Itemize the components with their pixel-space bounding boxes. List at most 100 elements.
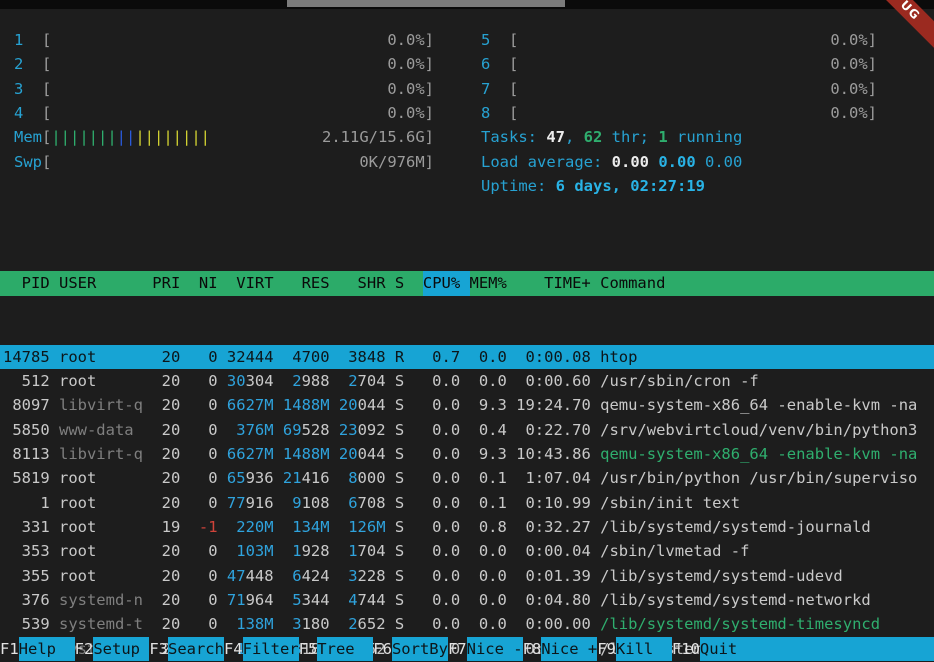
cell-res: 4700 <box>283 345 330 369</box>
column-header-shr[interactable]: SHR <box>339 271 386 295</box>
cell-ni: 0 <box>190 393 218 417</box>
cell-cpu: 0.7 <box>423 345 460 369</box>
function-key[interactable]: F7Nice - <box>448 637 523 661</box>
cell-user: root <box>59 539 143 563</box>
function-key[interactable]: F8Nice + <box>523 637 598 661</box>
cell-cpu: 0.0 <box>423 539 460 563</box>
column-header-command[interactable]: Command <box>600 271 934 295</box>
function-key[interactable]: F6SortBy <box>373 637 448 661</box>
cell-command: /usr/bin/python /usr/bin/superviso <box>600 466 934 490</box>
meter-label: 8 <box>481 101 509 125</box>
cell-user: root <box>59 564 143 588</box>
cell-user: root <box>59 345 143 369</box>
process-row[interactable]: 376 systemd-n 20 0 71964 5344 4744 S 0.0… <box>0 588 934 612</box>
function-key[interactable]: F2Setup <box>75 637 150 661</box>
cell-user: www-data <box>59 418 143 442</box>
process-row[interactable]: 8097 libvirt-q 20 0 6627M 1488M 20044 S … <box>0 393 934 417</box>
cell-shr: 3228 <box>339 564 386 588</box>
column-header-pid[interactable]: PID <box>3 271 50 295</box>
column-header-res[interactable]: RES <box>283 271 330 295</box>
meter-line: 5[0.0%] <box>481 28 877 52</box>
cell-virt: 77916 <box>227 491 274 515</box>
function-key[interactable]: F9Kill <box>597 637 672 661</box>
function-key[interactable]: F5Tree <box>299 637 374 661</box>
function-key[interactable]: F1Help <box>0 637 75 661</box>
function-key-name: F6 <box>373 637 392 661</box>
process-row[interactable]: 353 root 20 0 103M 1928 1704 S 0.0 0.0 0… <box>0 539 934 563</box>
meter-value: 0K/976M] <box>359 150 434 174</box>
column-header-pri[interactable]: PRI <box>152 271 180 295</box>
function-key[interactable]: F10Quit <box>672 637 934 661</box>
column-header-cpu-sort[interactable]: CPU% <box>423 271 470 295</box>
cell-pid: 5850 <box>3 418 50 442</box>
cell-res: 1488M <box>283 393 330 417</box>
cell-state: S <box>395 442 404 466</box>
cell-pid: 8113 <box>3 442 50 466</box>
function-key-name: F10 <box>672 637 700 661</box>
cell-state: S <box>395 612 404 636</box>
cell-res: 3180 <box>283 612 330 636</box>
process-row[interactable]: 331 root 19 -1 220M 134M 126M S 0.0 0.8 … <box>0 515 934 539</box>
process-row[interactable]: 512 root 20 0 30304 2988 2704 S 0.0 0.0 … <box>0 369 934 393</box>
cell-ni: 0 <box>190 491 218 515</box>
process-row[interactable]: 8113 libvirt-q 20 0 6627M 1488M 20044 S … <box>0 442 934 466</box>
cell-time: 0:10.99 <box>516 491 591 515</box>
column-header-mem[interactable]: MEM% <box>470 271 507 295</box>
cell-res: 2988 <box>283 369 330 393</box>
meter-line: Swp[0K/976M] <box>14 150 434 174</box>
column-header-user[interactable]: USER <box>59 271 143 295</box>
cell-cpu: 0.0 <box>423 588 460 612</box>
uptime: Uptime: 6 days, 02:27:19 <box>481 174 877 198</box>
process-row[interactable]: 5819 root 20 0 65936 21416 8000 S 0.0 0.… <box>0 466 934 490</box>
meter-open-bracket: [ <box>509 77 518 101</box>
process-row[interactable]: 14785 root 20 0 32444 4700 3848 R 0.7 0.… <box>0 345 934 369</box>
process-row[interactable]: 1 root 20 0 77916 9108 6708 S 0.0 0.1 0:… <box>0 491 934 515</box>
cell-ni: 0 <box>190 588 218 612</box>
cell-pri: 20 <box>152 442 180 466</box>
cell-user: libvirt-q <box>59 393 143 417</box>
cell-pid: 1 <box>3 491 50 515</box>
cell-time: 0:22.70 <box>516 418 591 442</box>
cell-virt: 71964 <box>227 588 274 612</box>
cell-ni: 0 <box>190 369 218 393</box>
meter-open-bracket: [ <box>42 77 51 101</box>
cell-pid: 5819 <box>3 466 50 490</box>
cell-mem: 9.3 <box>470 393 507 417</box>
cell-res: 6424 <box>283 564 330 588</box>
meter-label: Swp <box>14 150 42 174</box>
column-header-virt[interactable]: VIRT <box>227 271 274 295</box>
window-tab-remnant[interactable] <box>287 0 565 7</box>
meter-value: 0.0%] <box>830 77 877 101</box>
cell-pri: 20 <box>152 491 180 515</box>
process-row[interactable]: 5850 www-data 20 0 376M 69528 23092 S 0.… <box>0 418 934 442</box>
cell-mem: 0.0 <box>470 588 507 612</box>
yellow-pipes: |||||||| <box>135 128 210 146</box>
cell-state: S <box>395 515 404 539</box>
function-key-name: F2 <box>75 637 94 661</box>
cell-pid: 353 <box>3 539 50 563</box>
cell-mem: 0.4 <box>470 418 507 442</box>
cell-mem: 0.8 <box>470 515 507 539</box>
function-key[interactable]: F4Filter <box>224 637 299 661</box>
column-header-state[interactable]: S <box>395 271 404 295</box>
cell-state: S <box>395 491 404 515</box>
column-header-time[interactable]: TIME+ <box>516 271 591 295</box>
process-row[interactable]: 355 root 20 0 47448 6424 3228 S 0.0 0.0 … <box>0 564 934 588</box>
meter-line: 8[0.0%] <box>481 101 877 125</box>
cell-virt: 32444 <box>227 345 274 369</box>
cell-ni: 0 <box>190 418 218 442</box>
meter-open-bracket: [ <box>42 125 51 149</box>
cell-time: 0:01.39 <box>516 564 591 588</box>
cell-time: 1:07.04 <box>516 466 591 490</box>
function-key[interactable]: F3Search <box>149 637 224 661</box>
cell-pid: 331 <box>3 515 50 539</box>
column-header-ni[interactable]: NI <box>190 271 218 295</box>
cell-state: S <box>395 539 404 563</box>
meter-open-bracket: [ <box>42 52 51 76</box>
meter-open-bracket: [ <box>42 101 51 125</box>
cell-shr: 23092 <box>339 418 386 442</box>
process-row[interactable]: 539 systemd-t 20 0 138M 3180 2652 S 0.0 … <box>0 612 934 636</box>
function-key-label: Setup <box>93 637 149 661</box>
cell-mem: 0.0 <box>470 369 507 393</box>
cell-cpu: 0.0 <box>423 442 460 466</box>
